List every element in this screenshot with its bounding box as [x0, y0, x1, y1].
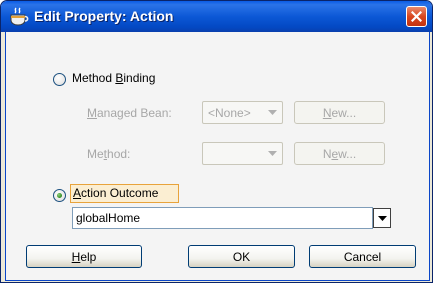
action-outcome-radio[interactable]	[53, 189, 66, 202]
method-binding-label[interactable]: Method Binding	[72, 71, 155, 85]
method-new-button[interactable]: New...	[294, 142, 385, 165]
title-bar[interactable]: Edit Property: Action	[1, 1, 432, 32]
chevron-down-icon	[263, 103, 281, 122]
method-binding-radio[interactable]	[53, 73, 66, 86]
method-select[interactable]	[202, 142, 283, 165]
action-outcome-label[interactable]: Action Outcome	[73, 186, 158, 200]
method-label: Method:	[87, 147, 131, 161]
chevron-down-icon	[377, 215, 387, 221]
close-button[interactable]	[406, 6, 427, 27]
managed-bean-new-button[interactable]: New...	[294, 101, 385, 124]
managed-bean-select[interactable]: <None>	[202, 101, 283, 124]
coffee-cup-icon	[8, 7, 30, 27]
dialog-window: Edit Property: Action Method Binding Man…	[0, 0, 433, 283]
chevron-down-icon	[263, 144, 281, 163]
action-outcome-dropdown-button[interactable]	[373, 208, 391, 228]
ok-button[interactable]: OK	[188, 245, 295, 268]
dialog-body: Method Binding Managed Bean: <None> New.…	[5, 32, 430, 281]
managed-bean-label: Managed Bean:	[87, 106, 172, 120]
dialog-title: Edit Property: Action	[34, 8, 174, 24]
action-outcome-input[interactable]: globalHome	[72, 207, 373, 229]
cancel-button[interactable]: Cancel	[309, 245, 416, 268]
help-button[interactable]: Help	[26, 245, 142, 268]
close-icon	[411, 11, 422, 22]
